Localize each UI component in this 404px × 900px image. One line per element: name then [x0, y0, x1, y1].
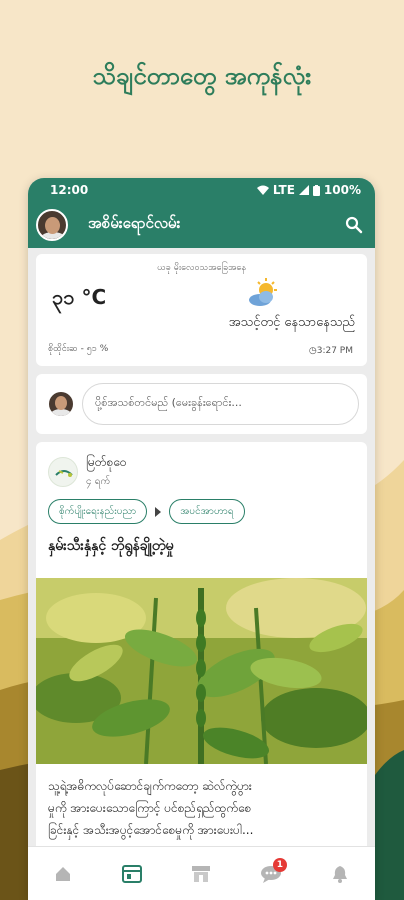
home-icon [55, 866, 70, 881]
weather-location: ယခု မိုးလေဝသအခြေအနေ [157, 263, 246, 273]
wifi-icon [256, 185, 269, 195]
clock-icon: ◷ [308, 346, 317, 356]
composer-avatar [48, 391, 74, 417]
shop-icon [192, 865, 211, 882]
nav-notifications[interactable] [320, 854, 360, 894]
partly-cloudy-icon [249, 278, 277, 306]
app-bar: အစိမ်းရောင်လမ်း [28, 202, 375, 248]
author-avatar[interactable] [48, 456, 78, 487]
post-body[interactable]: သူ့ရဲ့အဓိကလုပ်ဆောင်ချက်ကတော့ ဆဲလ်ကွဲပွား… [48, 775, 357, 841]
post-image[interactable] [36, 578, 367, 764]
post-body-line: သူ့ရဲ့အဓိကလုပ်ဆောင်ချက်ကတော့ ဆဲလ်ကွဲပွား [48, 779, 252, 793]
chat-badge: 1 [272, 857, 287, 872]
leaf-logo-icon [55, 469, 73, 477]
search-icon[interactable] [345, 216, 363, 234]
status-bar: 12:00 LTE 100% [28, 178, 375, 202]
post-card[interactable]: မြတ်စုဝေ ၄ ရက် စိုက်ပျိုးရေးနည်းပညာ အပင်… [36, 442, 367, 862]
tag-category[interactable]: စိုက်ပျိုးရေးနည်းပညာ [48, 499, 148, 524]
nav-chat[interactable]: 1 [251, 854, 291, 894]
post-author[interactable]: မြတ်စုဝေ [86, 454, 127, 472]
nav-feed[interactable] [112, 854, 152, 894]
app-title: အစိမ်းရောင်လမ်း [88, 214, 181, 232]
battery-label: 100% [323, 183, 361, 197]
weather-temperature: ၃၁ °C [52, 285, 107, 309]
profile-avatar[interactable] [36, 209, 68, 241]
weather-humidity: စိုထိုင်းဆ - ၅၁ % [48, 344, 109, 354]
battery-icon [312, 184, 320, 196]
bottom-navigation: 1 [28, 846, 375, 900]
promo-headline: သိချင်တာတွေ အကုန်လုံး [92, 62, 312, 90]
signal-icon [298, 185, 309, 195]
notification-icon [333, 865, 348, 883]
network-label: LTE [272, 183, 295, 197]
new-post-input[interactable]: ပို့စ်အသစ်တင်မည် (မေးခွန်းရောင်း... [82, 383, 359, 425]
post-title[interactable]: နှမ်းသီးနှံနှင့် ဘိုရွန်ချို့တဲ့မှု [36, 524, 367, 557]
nav-shop[interactable] [181, 854, 221, 894]
weather-description: အသင့်တင့် နေသာနေသည် [228, 315, 355, 330]
post-composer: ပို့စ်အသစ်တင်မည် (မေးခွန်းရောင်း... [36, 374, 367, 434]
post-time: ၄ ရက် [86, 476, 111, 487]
chevron-right-icon [155, 506, 162, 517]
status-time: 12:00 [50, 183, 89, 197]
post-body-line: မှုကို အားပေးသောကြောင့် ပင်စည်ရှည်ထွက်စေ [48, 801, 252, 815]
feed-icon [122, 864, 143, 883]
phone-frame: 12:00 LTE 100% အစိမ်းရောင်လမ်း ယခု မိုးလ… [28, 178, 375, 900]
post-body-line: ခြင်းနှင့် အသီးအပွင့်အောင်စေမှုကို အားပေ… [48, 823, 254, 837]
nav-home[interactable] [43, 854, 83, 894]
weather-updated-time: 3:27 PM [316, 346, 353, 356]
weather-card[interactable]: ယခု မိုးလေဝသအခြေအနေ ၃၁ °C အသင့်တင့် နေသာ… [36, 254, 367, 366]
tag-subcategory[interactable]: အပင်အာဟာရ [169, 499, 245, 524]
